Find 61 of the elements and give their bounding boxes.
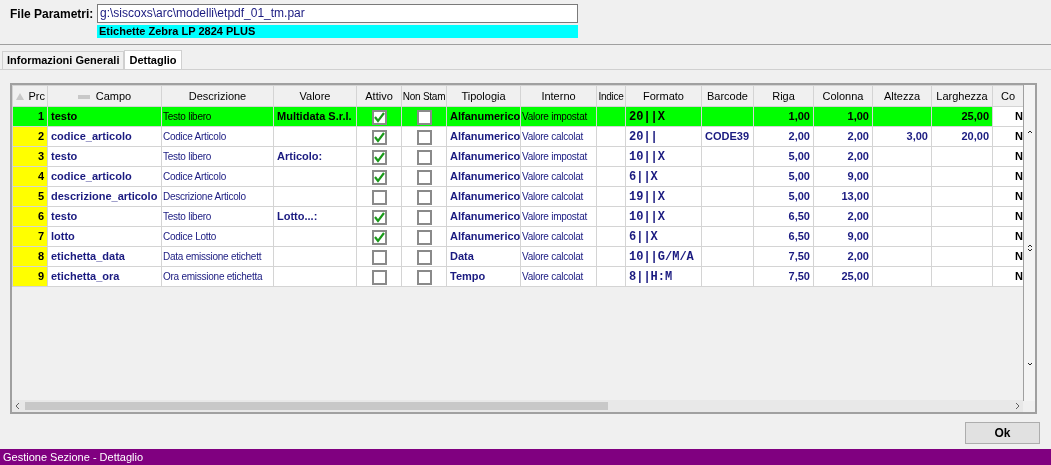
- column-header[interactable]: Interno: [520, 85, 597, 107]
- bar-icon: [77, 94, 90, 99]
- checkmark-icon: [373, 171, 385, 183]
- column-header[interactable]: Indice: [596, 85, 626, 107]
- column-header[interactable]: Non Stam: [401, 85, 447, 107]
- printer-name-label: Etichette Zebra LP 2824 PLUS: [97, 25, 578, 38]
- column-header[interactable]: Descrizione: [161, 85, 274, 107]
- table-cell: 3: [12, 146, 48, 167]
- checkbox[interactable]: [416, 129, 432, 145]
- checkmark-icon: [373, 111, 385, 123]
- checkbox[interactable]: [371, 269, 387, 285]
- checkmark-icon: [373, 231, 385, 243]
- column-header[interactable]: Larghezza: [931, 85, 993, 107]
- checkbox[interactable]: [371, 249, 387, 265]
- scrollbar-thumb[interactable]: [25, 402, 608, 410]
- column-header[interactable]: Campo: [95, 89, 132, 102]
- checkbox[interactable]: [416, 149, 432, 165]
- checkbox[interactable]: [371, 209, 387, 225]
- checkmark-icon: [373, 211, 385, 223]
- table-cell: 2: [12, 126, 48, 147]
- ok-button[interactable]: Ok: [965, 422, 1040, 444]
- field-label: File Parametri:: [10, 6, 95, 23]
- checkbox[interactable]: [416, 229, 432, 245]
- checkbox[interactable]: [371, 109, 387, 125]
- table-cell: 1: [12, 106, 48, 127]
- table-cell: 6: [12, 206, 48, 227]
- checkbox[interactable]: [416, 249, 432, 265]
- table-cell: 8: [12, 246, 48, 267]
- tab[interactable]: Dettaglio: [124, 50, 182, 70]
- column-header[interactable]: Altezza: [872, 85, 932, 107]
- horizontal-scrollbar[interactable]: [12, 400, 1023, 412]
- column-header[interactable]: Formato: [625, 85, 702, 107]
- tab[interactable]: Informazioni Generali: [2, 51, 125, 69]
- column-header[interactable]: Attivo: [356, 85, 402, 107]
- table-cell: 5: [12, 186, 48, 207]
- checkbox[interactable]: [371, 189, 387, 205]
- sort-arrow-icon: [15, 93, 24, 101]
- checkmark-icon: [373, 131, 385, 143]
- table-cell: 4: [12, 166, 48, 187]
- vertical-scrollbar[interactable]: [1023, 85, 1035, 401]
- checkbox[interactable]: [416, 269, 432, 285]
- checkbox[interactable]: [371, 149, 387, 165]
- column-header[interactable]: Riga: [753, 85, 814, 107]
- checkbox[interactable]: [371, 169, 387, 185]
- column-header[interactable]: Tipologia: [446, 85, 521, 107]
- up-down-arrow-icon[interactable]: [1026, 244, 1033, 252]
- checkbox[interactable]: [416, 189, 432, 205]
- checkbox[interactable]: [416, 209, 432, 225]
- table-cell: 9: [12, 266, 48, 287]
- file-path-field[interactable]: g:\siscoxs\arc\modelli\etpdf_01_tm.par: [97, 4, 578, 23]
- column-header[interactable]: Valore: [273, 85, 357, 107]
- checkbox[interactable]: [416, 169, 432, 185]
- status-bar: Gestione Sezione - Dettaglio: [0, 449, 1051, 465]
- checkbox[interactable]: [371, 129, 387, 145]
- column-header[interactable]: Barcode: [701, 85, 754, 107]
- checkmark-icon: [373, 151, 385, 163]
- table-cell: 7: [12, 226, 48, 247]
- checkbox[interactable]: [371, 229, 387, 245]
- checkbox[interactable]: [416, 109, 432, 125]
- column-header[interactable]: Co: [992, 85, 1023, 107]
- column-header[interactable]: Colonna: [813, 85, 873, 107]
